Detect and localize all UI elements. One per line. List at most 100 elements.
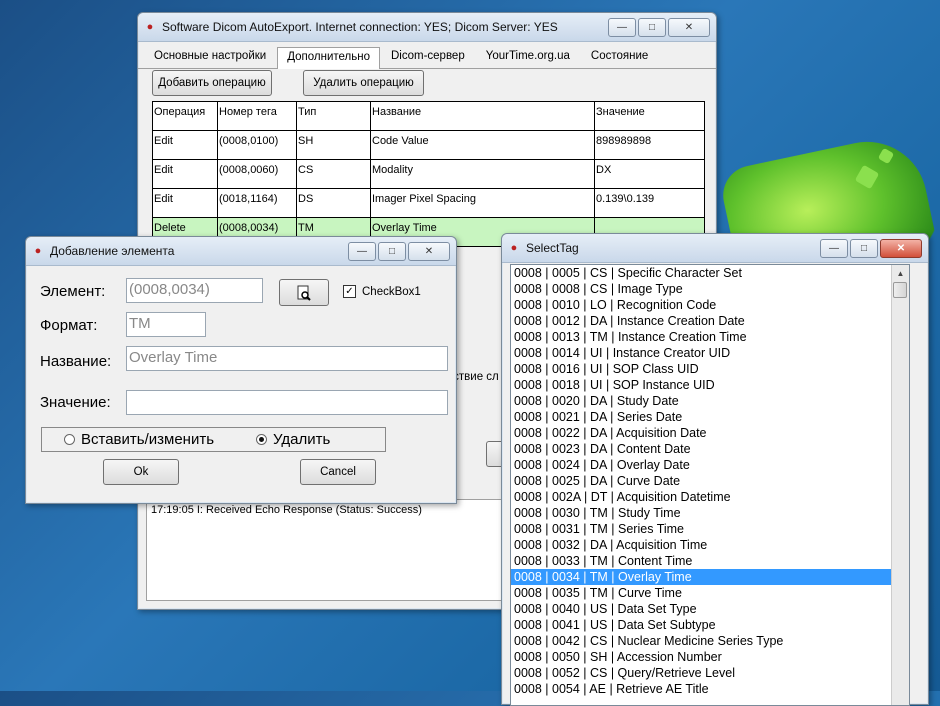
radio-on-icon[interactable] — [256, 434, 268, 445]
maximize-button[interactable]: □ — [378, 241, 406, 261]
format-input[interactable]: TM — [126, 312, 206, 337]
tab-yourtime[interactable]: YourTime.org.ua — [476, 46, 580, 68]
checkbox1[interactable]: ✓ CheckBox1 — [343, 285, 421, 298]
operations-grid[interactable]: Операция Номер тега Тип Название Значени… — [152, 101, 705, 247]
minimize-button[interactable]: — — [820, 238, 848, 258]
scrollbar-thumb[interactable] — [893, 282, 907, 298]
name-label: Название: — [40, 353, 112, 370]
close-button[interactable]: ✕ — [880, 238, 922, 258]
add-element-dialog: ● Добавление элемента — □ ✕ Элемент: (00… — [25, 236, 457, 504]
close-button[interactable]: ✕ — [408, 241, 450, 261]
list-item[interactable]: 0008 | 0020 | DA | Study Date — [511, 393, 909, 409]
cell[interactable]: Modality — [370, 159, 595, 189]
list-item[interactable]: 0008 | 0005 | CS | Specific Character Se… — [511, 265, 909, 281]
table-row[interactable]: Edit (0008,0100) SH Code Value 898989898 — [152, 130, 705, 160]
main-tabs: Основные настройки Дополнительно Dicom-с… — [138, 42, 716, 69]
app-icon: ● — [510, 242, 518, 254]
radio-delete-label: Удалить — [273, 431, 331, 448]
cell[interactable]: Edit — [152, 130, 218, 160]
format-label: Формат: — [40, 317, 98, 334]
cell[interactable]: (0018,1164) — [217, 188, 297, 218]
list-item[interactable]: 0008 | 002A | DT | Acquisition Datetime — [511, 489, 909, 505]
search-tag-button[interactable] — [279, 279, 329, 306]
cell[interactable]: CS — [296, 159, 371, 189]
close-button[interactable]: ✕ — [668, 17, 710, 37]
list-item[interactable]: 0008 | 0054 | AE | Retrieve AE Title — [511, 681, 909, 697]
cell[interactable]: 0.139\0.139 — [594, 188, 705, 218]
list-item[interactable]: 0008 | 0033 | TM | Content Time — [511, 553, 909, 569]
cell[interactable]: (0008,0060) — [217, 159, 297, 189]
element-label: Элемент: — [40, 283, 106, 300]
maximize-button[interactable]: □ — [850, 238, 878, 258]
select-tag-window: ● SelectTag — □ ✕ 0008 | 0005 | CS | Spe… — [501, 233, 929, 706]
ok-button[interactable]: Ok — [103, 459, 179, 485]
delete-operation-button[interactable]: Удалить операцию — [303, 70, 424, 96]
cell[interactable]: Edit — [152, 188, 218, 218]
list-item[interactable]: 0008 | 0022 | DA | Acquisition Date — [511, 425, 909, 441]
tab-main-settings[interactable]: Основные настройки — [144, 46, 276, 68]
element-input[interactable]: (0008,0034) — [126, 278, 263, 303]
check-icon[interactable]: ✓ — [343, 285, 356, 298]
value-input[interactable] — [126, 390, 448, 415]
cell[interactable]: SH — [296, 130, 371, 160]
cancel-button[interactable]: Cancel — [300, 459, 376, 485]
minimize-button[interactable]: — — [608, 17, 636, 37]
list-item[interactable]: 0008 | 0012 | DA | Instance Creation Dat… — [511, 313, 909, 329]
tab-dicom-server[interactable]: Dicom-сервер — [381, 46, 475, 68]
column-header: Значение — [594, 101, 705, 131]
cell[interactable]: DS — [296, 188, 371, 218]
table-row[interactable]: Edit (0018,1164) DS Imager Pixel Spacing… — [152, 188, 705, 218]
column-header: Номер тега — [217, 101, 297, 131]
cell[interactable]: Edit — [152, 159, 218, 189]
table-row[interactable]: Edit (0008,0060) CS Modality DX — [152, 159, 705, 189]
list-item[interactable]: 0008 | 0010 | LO | Recognition Code — [511, 297, 909, 313]
list-item[interactable]: 0008 | 0021 | DA | Series Date — [511, 409, 909, 425]
list-item[interactable]: 0008 | 0040 | US | Data Set Type — [511, 601, 909, 617]
list-item[interactable]: 0008 | 0030 | TM | Study Time — [511, 505, 909, 521]
list-item[interactable]: 0008 | 0016 | UI | SOP Class UID — [511, 361, 909, 377]
list-item[interactable]: 0008 | 0008 | CS | Image Type — [511, 281, 909, 297]
list-item[interactable]: 0008 | 0025 | DA | Curve Date — [511, 473, 909, 489]
value-label: Значение: — [40, 394, 111, 411]
cell[interactable]: Code Value — [370, 130, 595, 160]
radio-delete[interactable]: Удалить — [256, 431, 330, 448]
tab-status[interactable]: Состояние — [581, 46, 658, 68]
list-item[interactable]: 0008 | 0052 | CS | Query/Retrieve Level — [511, 665, 909, 681]
maximize-button[interactable]: □ — [638, 17, 666, 37]
list-item[interactable]: 0008 | 0031 | TM | Series Time — [511, 521, 909, 537]
checkbox-label: CheckBox1 — [362, 285, 421, 298]
list-item[interactable]: 0008 | 0050 | SH | Accession Number — [511, 649, 909, 665]
list-item-selected[interactable]: 0008 | 0034 | TM | Overlay Time — [511, 569, 909, 585]
tag-list-scrollbar[interactable]: ▲ — [891, 265, 909, 705]
name-input[interactable]: Overlay Time — [126, 346, 448, 371]
main-window-title: Software Dicom AutoExport. Internet conn… — [162, 20, 558, 34]
list-item[interactable]: 0008 | 0024 | DA | Overlay Date — [511, 457, 909, 473]
list-item[interactable]: 0008 | 0023 | DA | Content Date — [511, 441, 909, 457]
add-dialog-title: Добавление элемента — [50, 244, 175, 258]
column-header: Операция — [152, 101, 218, 131]
list-item[interactable]: 0008 | 0014 | UI | Instance Creator UID — [511, 345, 909, 361]
list-item[interactable]: 0008 | 0042 | CS | Nuclear Medicine Seri… — [511, 633, 909, 649]
cell[interactable]: Imager Pixel Spacing — [370, 188, 595, 218]
scroll-up-icon[interactable]: ▲ — [892, 265, 909, 281]
cell[interactable]: DX — [594, 159, 705, 189]
document-search-icon — [297, 285, 311, 301]
app-icon: ● — [146, 21, 154, 33]
radio-insert[interactable]: Вставить/изменить — [64, 431, 214, 448]
minimize-button[interactable]: — — [348, 241, 376, 261]
list-item[interactable]: 0008 | 0018 | UI | SOP Instance UID — [511, 377, 909, 393]
cell[interactable]: 898989898 — [594, 130, 705, 160]
list-item[interactable]: 0008 | 0013 | TM | Instance Creation Tim… — [511, 329, 909, 345]
list-item[interactable]: 0008 | 0041 | US | Data Set Subtype — [511, 617, 909, 633]
tab-additional[interactable]: Дополнительно — [277, 47, 380, 69]
list-item[interactable]: 0008 | 0032 | DA | Acquisition Time — [511, 537, 909, 553]
list-item[interactable]: 0008 | 0035 | TM | Curve Time — [511, 585, 909, 601]
add-operation-button[interactable]: Добавить операцию — [152, 70, 272, 96]
add-dialog-titlebar[interactable]: ● Добавление элемента — □ ✕ — [26, 237, 456, 266]
main-titlebar[interactable]: ● Software Dicom AutoExport. Internet co… — [138, 13, 716, 42]
cell[interactable]: (0008,0100) — [217, 130, 297, 160]
radio-insert-label: Вставить/изменить — [81, 431, 215, 448]
tag-list[interactable]: 0008 | 0005 | CS | Specific Character Se… — [510, 264, 910, 706]
radio-off-icon[interactable] — [64, 434, 75, 445]
selecttag-titlebar[interactable]: ● SelectTag — □ ✕ — [502, 234, 928, 263]
